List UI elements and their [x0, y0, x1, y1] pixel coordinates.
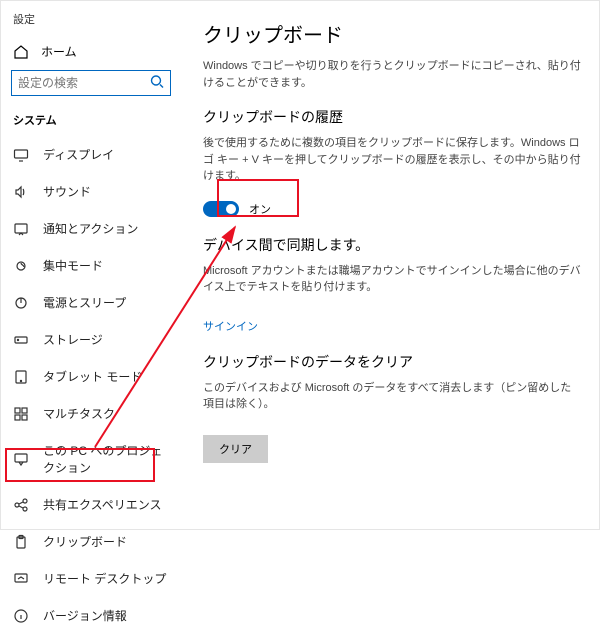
share-icon	[13, 497, 29, 513]
nav-home-label: ホーム	[41, 43, 77, 60]
notification-icon	[13, 221, 29, 237]
section-sync: デバイス間で同期します。 Microsoft アカウントまたは職場アカウントでサ…	[203, 235, 581, 334]
history-title: クリップボードの履歴	[203, 107, 581, 127]
sidebar-item-label: タブレット モード	[43, 368, 142, 385]
section-clear: クリップボードのデータをクリア このデバイスおよび Microsoft のデータ…	[203, 352, 581, 463]
clear-button[interactable]: クリア	[203, 435, 268, 463]
history-toggle[interactable]	[203, 201, 239, 217]
nav-home[interactable]: ホーム	[1, 37, 181, 66]
section-history: クリップボードの履歴 後で使用するために複数の項目をクリップボードに保存します。…	[203, 107, 581, 217]
sidebar-item-power[interactable]: 電源とスリープ	[1, 284, 181, 321]
sound-icon	[13, 184, 29, 200]
content-pane: クリップボード Windows でコピーや切り取りを行うとクリップボードにコピー…	[181, 1, 599, 529]
sidebar-item-label: バージョン情報	[43, 607, 127, 624]
tablet-icon	[13, 369, 29, 385]
projection-icon	[13, 451, 29, 467]
app-title: 設定	[1, 9, 181, 37]
history-toggle-label: オン	[249, 201, 271, 217]
clear-title: クリップボードのデータをクリア	[203, 352, 581, 372]
sidebar-item-focus[interactable]: 集中モード	[1, 247, 181, 284]
sign-in-link[interactable]: サインイン	[203, 318, 258, 334]
sidebar-item-about[interactable]: バージョン情報	[1, 597, 181, 634]
sidebar-item-sound[interactable]: サウンド	[1, 173, 181, 210]
sync-desc: Microsoft アカウントまたは職場アカウントでサインインした場合に他のデバ…	[203, 263, 581, 296]
sidebar-item-notifications[interactable]: 通知とアクション	[1, 210, 181, 247]
sidebar-item-projection[interactable]: この PC へのプロジェクション	[1, 432, 181, 486]
sidebar-item-label: サウンド	[43, 183, 91, 200]
storage-icon	[13, 332, 29, 348]
sidebar-item-label: 共有エクスペリエンス	[43, 496, 162, 513]
sidebar-item-clipboard[interactable]: クリップボード	[1, 523, 181, 560]
sidebar-item-label: リモート デスクトップ	[43, 570, 166, 587]
clear-desc: このデバイスおよび Microsoft のデータをすべて消去します（ピン留めした…	[203, 380, 581, 413]
sidebar-item-shared[interactable]: 共有エクスペリエンス	[1, 486, 181, 523]
page-intro: Windows でコピーや切り取りを行うとクリップボードにコピーされ、貼り付ける…	[203, 58, 581, 91]
sidebar-item-label: 通知とアクション	[43, 220, 138, 237]
sync-title: デバイス間で同期します。	[203, 235, 581, 255]
home-icon	[13, 44, 29, 60]
sidebar: 設定 ホーム システム デ	[1, 1, 181, 529]
info-icon	[13, 608, 29, 624]
category-title: システム	[1, 106, 181, 136]
sidebar-item-display[interactable]: ディスプレイ	[1, 136, 181, 173]
page-title: クリップボード	[203, 19, 581, 48]
sidebar-item-label: クリップボード	[43, 533, 127, 550]
focus-icon	[13, 258, 29, 274]
sidebar-item-label: この PC へのプロジェクション	[43, 442, 169, 476]
sidebar-item-tablet[interactable]: タブレット モード	[1, 358, 181, 395]
search-input[interactable]	[11, 70, 171, 96]
sidebar-item-label: マルチタスク	[43, 405, 115, 422]
display-icon	[13, 147, 29, 163]
power-icon	[13, 295, 29, 311]
sidebar-item-label: ストレージ	[43, 331, 103, 348]
sidebar-item-label: ディスプレイ	[43, 146, 114, 163]
sidebar-item-remote[interactable]: リモート デスクトップ	[1, 560, 181, 597]
sidebar-item-label: 集中モード	[43, 257, 103, 274]
remote-icon	[13, 571, 29, 587]
sidebar-item-storage[interactable]: ストレージ	[1, 321, 181, 358]
sidebar-item-label: 電源とスリープ	[43, 294, 126, 311]
multitask-icon	[13, 406, 29, 422]
clipboard-icon	[13, 534, 29, 550]
history-desc: 後で使用するために複数の項目をクリップボードに保存します。Windows ロゴ …	[203, 135, 581, 185]
sidebar-item-multitask[interactable]: マルチタスク	[1, 395, 181, 432]
